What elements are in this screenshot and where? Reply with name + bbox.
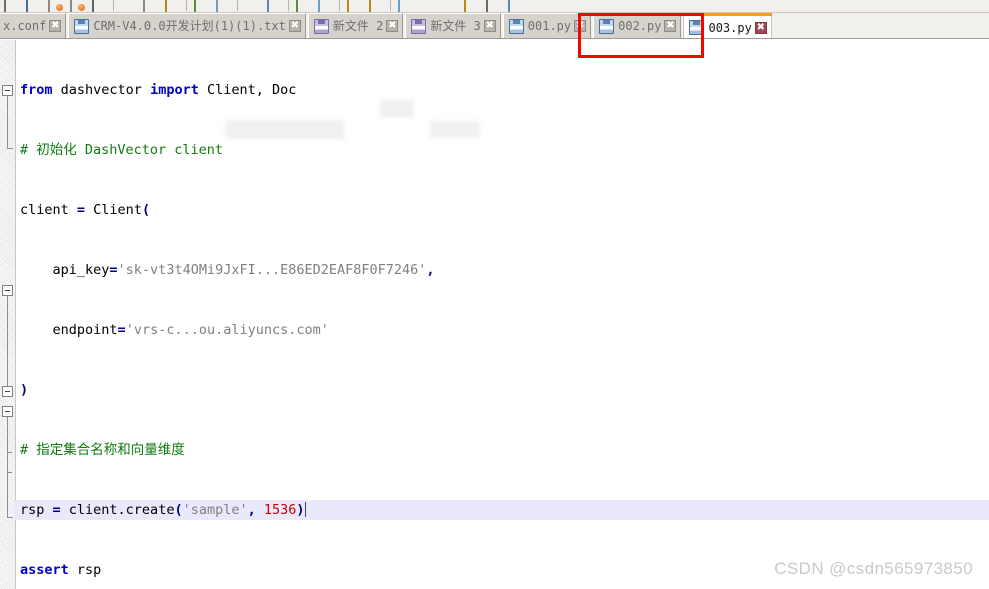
code-line-current: rsp = client.create('sample', 1536): [14, 500, 989, 520]
toolbar-separator: [387, 0, 394, 12]
save-icon: [411, 18, 427, 34]
toolbar-separator: [285, 0, 292, 12]
code-editor[interactable]: from dashvector import Client, Doc # 初始化…: [0, 40, 989, 589]
tab-crm-plan-txt[interactable]: CRM-V4.0.0开发计划(1)(1).txt ✖: [68, 13, 306, 38]
toolbar-separator: [234, 0, 241, 12]
code-content[interactable]: from dashvector import Client, Doc # 初始化…: [14, 40, 989, 589]
zoom-out-icon[interactable]: [314, 0, 336, 12]
tab-label: 003.py: [708, 20, 752, 35]
run-macro-icon[interactable]: [460, 0, 482, 12]
tab-close-icon[interactable]: ✖: [574, 20, 587, 32]
paste-icon[interactable]: [161, 0, 183, 12]
save-icon: [689, 20, 705, 35]
monitor-icon[interactable]: [0, 0, 22, 12]
tab-close-icon[interactable]: ✖: [664, 20, 677, 32]
tab-label: 新文件 2: [332, 19, 384, 33]
fold-line: [7, 417, 8, 517]
tab-x-conf[interactable]: x.conf ✖: [0, 13, 67, 38]
fold-end-marker: [7, 517, 13, 518]
macro-icon[interactable]: [263, 0, 285, 12]
tab-close-icon[interactable]: ✖: [754, 21, 767, 34]
copy-icon[interactable]: [139, 0, 161, 12]
code-line: # 初始化 DashVector client: [20, 142, 224, 158]
fold-toggle-client[interactable]: [2, 85, 13, 96]
save-icon: [313, 18, 329, 34]
tab-label: 新文件 3: [430, 19, 481, 33]
undo-icon[interactable]: [190, 0, 212, 12]
redo-icon[interactable]: [212, 0, 234, 12]
tab-label: 002.py: [618, 19, 662, 33]
tab-003-py[interactable]: 003.py ✖: [683, 13, 773, 38]
folder-save-icon[interactable]: [365, 0, 387, 12]
toolbar: [0, 0, 989, 13]
code-line: # 指定集合名称和向量维度: [20, 442, 185, 458]
fold-tick: [7, 472, 12, 473]
tab-close-icon[interactable]: ✖: [288, 20, 301, 32]
fold-end-marker: [7, 148, 13, 149]
fold-toggle-insert[interactable]: [2, 386, 13, 397]
code-line: api_key='sk-vt3t4OMi9JxFI...E86ED2EAF8F0…: [20, 262, 435, 278]
save-icon: [599, 18, 615, 34]
tab-close-icon[interactable]: ✖: [386, 20, 399, 32]
tab-002-py[interactable]: 002.py ✖: [593, 13, 682, 38]
fold-toggle-list[interactable]: [2, 406, 13, 417]
code-line: from dashvector import Client, Doc: [20, 82, 297, 98]
tab-label: x.conf: [3, 19, 47, 33]
fold-line: [7, 296, 8, 396]
pause-icon[interactable]: [416, 0, 438, 12]
folder-open-icon[interactable]: [343, 0, 365, 12]
map-icon[interactable]: [482, 0, 504, 12]
tab-close-icon[interactable]: ✖: [483, 20, 496, 32]
save-as-icon[interactable]: [44, 0, 66, 12]
save-all-icon[interactable]: [66, 0, 88, 12]
toolbar-separator: [183, 0, 190, 12]
text-cursor: [304, 502, 306, 517]
tab-label: CRM-V4.0.0开发计划(1)(1).txt: [93, 19, 286, 33]
toggle-bookmark-icon[interactable]: [241, 0, 263, 12]
tab-bar: x.conf ✖ CRM-V4.0.0开发计划(1)(1).txt ✖ 新文件 …: [0, 13, 989, 39]
tab-new-file-3[interactable]: 新文件 3 ✖: [405, 13, 501, 38]
tab-new-file-2[interactable]: 新文件 2 ✖: [307, 13, 404, 38]
fold-line: [7, 96, 8, 148]
save-icon: [74, 18, 90, 34]
cut-icon[interactable]: [117, 0, 139, 12]
indent-guide-icon[interactable]: [438, 0, 460, 12]
wordwrap-icon[interactable]: [394, 0, 416, 12]
print-icon[interactable]: [88, 0, 110, 12]
save-icon[interactable]: [22, 0, 44, 12]
toolbar-separator: [336, 0, 343, 12]
save-icon: [508, 18, 524, 34]
tab-close-icon[interactable]: ✖: [49, 20, 62, 32]
code-line: endpoint='vrs-c...ou.aliyuncs.com': [20, 322, 329, 338]
toolbar-separator: [110, 0, 117, 12]
csdn-watermark: CSDN @csdn565973850: [774, 559, 973, 578]
tab-001-py[interactable]: 001.py ✖: [502, 13, 592, 38]
window-icon[interactable]: [504, 0, 526, 12]
code-line: ): [20, 382, 29, 398]
fold-toggle-for[interactable]: [2, 285, 13, 296]
fold-tick: [7, 452, 12, 453]
tab-label: 001.py: [527, 19, 572, 33]
zoom-in-icon[interactable]: [292, 0, 314, 12]
code-line: client = Client(: [20, 202, 151, 218]
